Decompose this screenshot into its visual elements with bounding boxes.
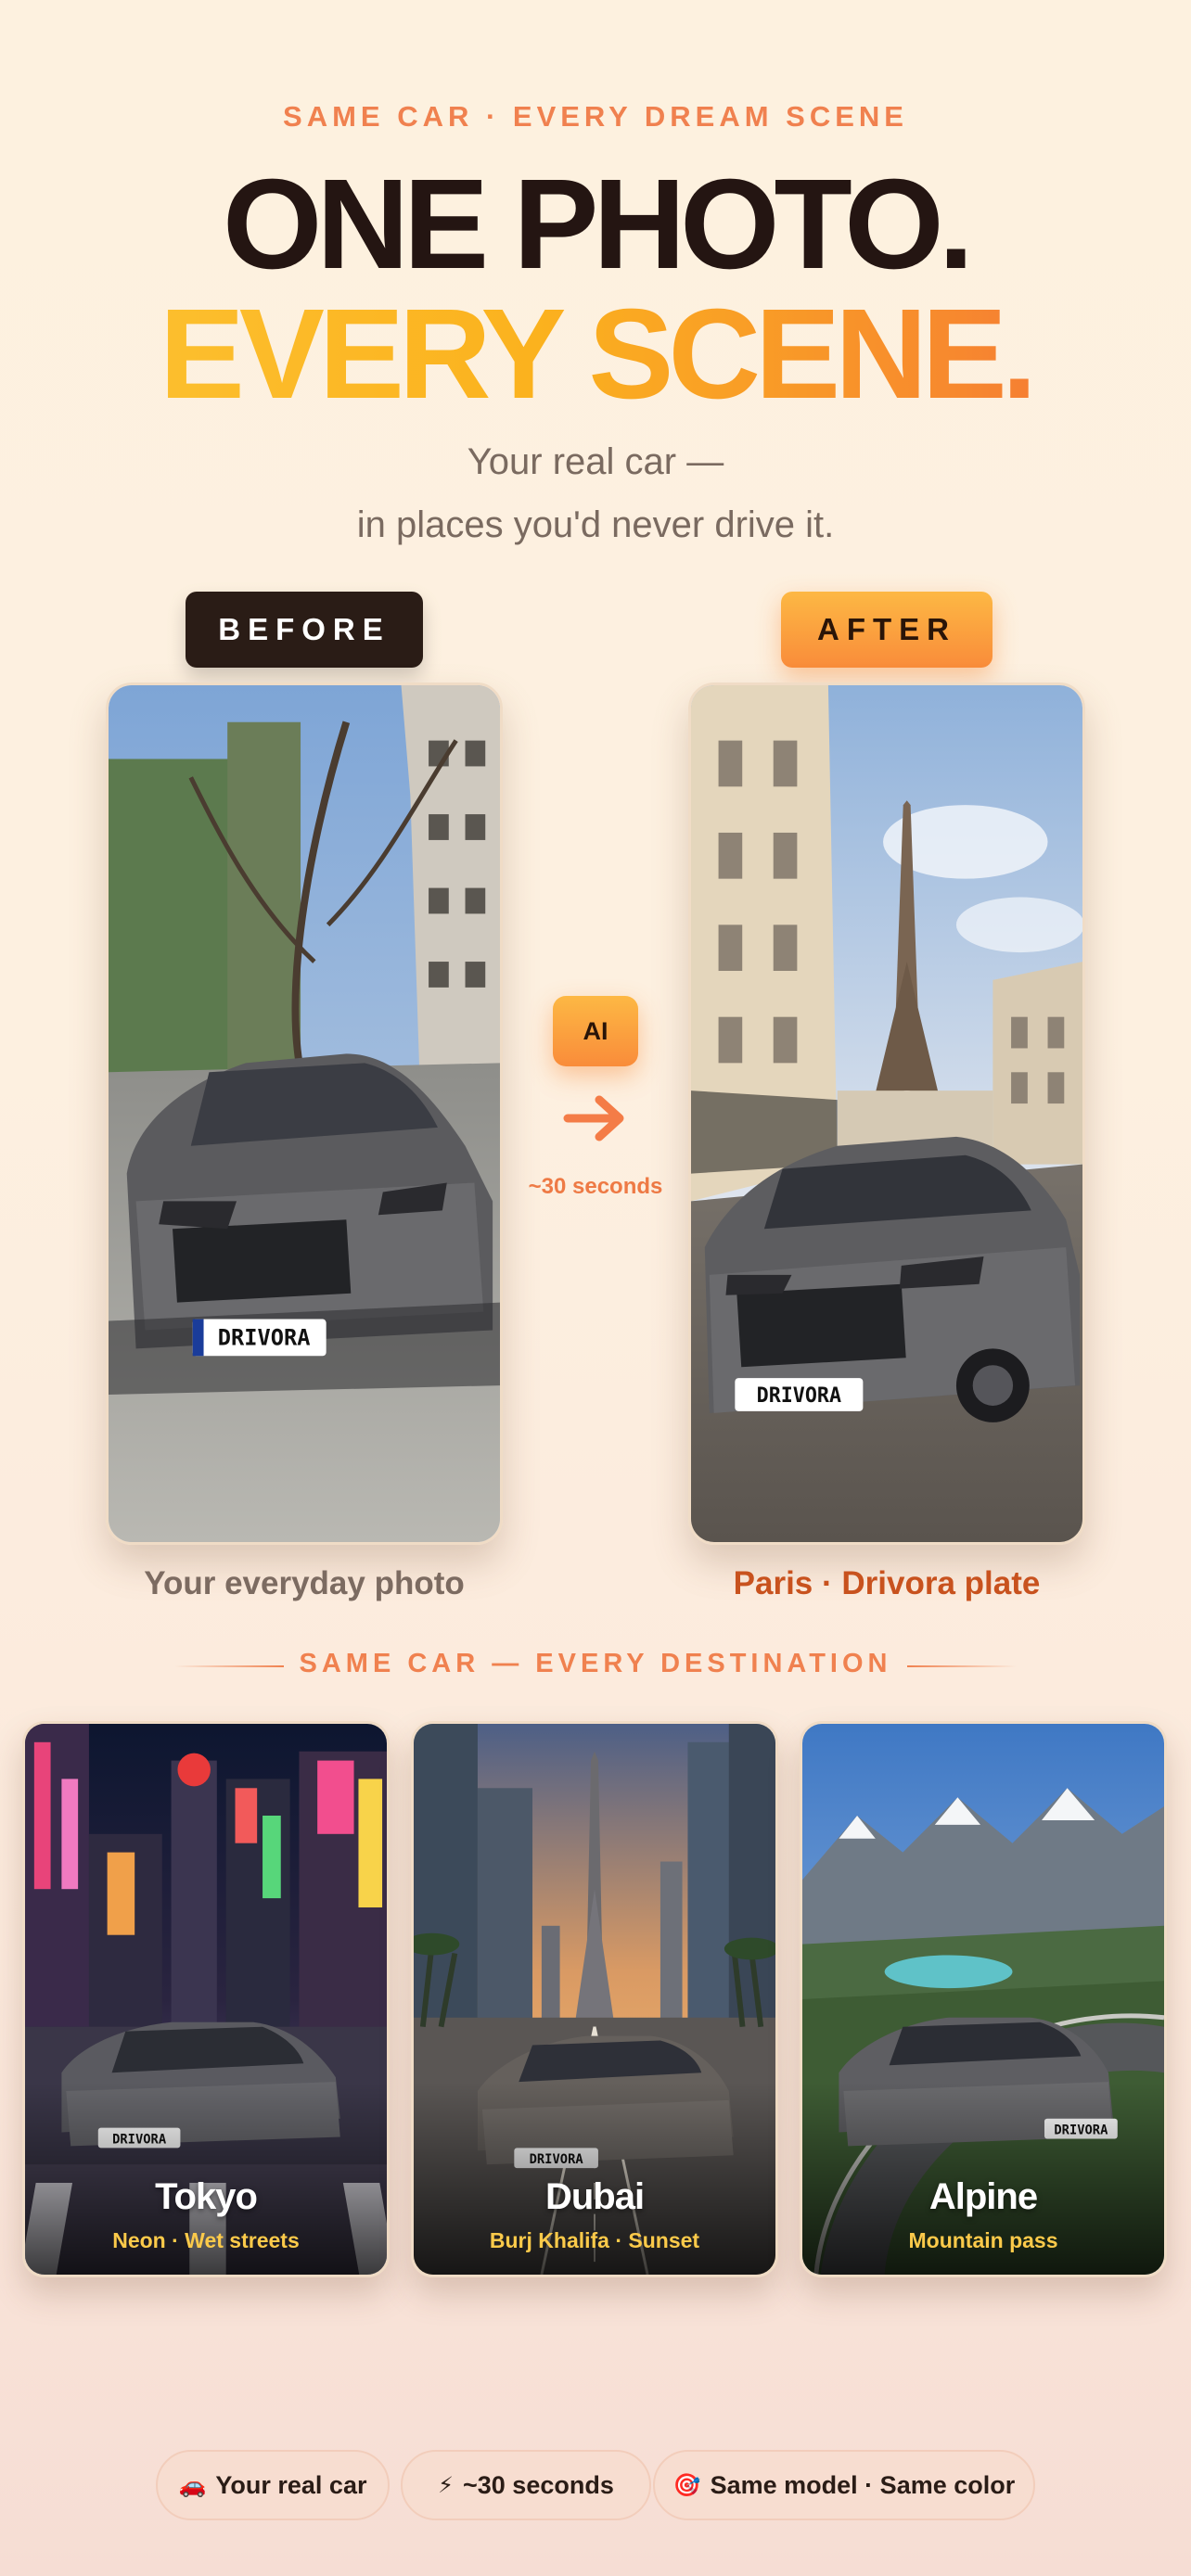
destination-title-dubai: Dubai bbox=[544, 2176, 645, 2217]
before-photo: DRIVORA bbox=[106, 682, 503, 1545]
target-icon: 🎯 bbox=[672, 2472, 701, 2498]
destination-card-tokyo[interactable]: DRIVORA Tokyo Neon · Wet streets bbox=[22, 1721, 390, 2277]
subtitle-line-2: in places you'd never drive it. bbox=[356, 504, 835, 545]
after-plate-text: DRIVORA bbox=[757, 1384, 841, 1408]
ai-badge: AI bbox=[553, 996, 638, 1066]
feature-pill-speed: ⚡ ~30 seconds bbox=[401, 2450, 651, 2520]
headline-line-2: EVERY SCENE. bbox=[0, 289, 1191, 419]
destination-title-tokyo: Tokyo bbox=[155, 2176, 258, 2217]
after-photo: DRIVORA bbox=[688, 682, 1085, 1545]
divider-line-right bbox=[907, 1665, 1017, 1667]
feature-pill-real-car: 🚗 Your real car bbox=[156, 2450, 390, 2520]
after-caption: Paris · Drivora plate bbox=[733, 1565, 1041, 1601]
duration-label: ~30 seconds bbox=[528, 1174, 663, 1199]
destination-title-alpine: Alpine bbox=[928, 2176, 1038, 2217]
before-tag: BEFORE bbox=[186, 592, 423, 668]
feature-label: Your real car bbox=[215, 2470, 367, 2499]
subtitle-line-1: Your real car — bbox=[467, 441, 724, 482]
headline-line-1: ONE PHOTO. bbox=[223, 153, 974, 296]
arrow-right-icon bbox=[562, 1090, 629, 1146]
car-icon: 🚗 bbox=[178, 2472, 207, 2498]
destination-card-dubai[interactable]: DRIVORA Dubai Burj Khalifa · Sunset bbox=[411, 1721, 778, 2277]
before-plate-text: DRIVORA bbox=[218, 1324, 311, 1350]
feature-label: Same model · Same color bbox=[710, 2470, 1016, 2499]
before-caption: Your everyday photo bbox=[144, 1565, 465, 1601]
after-tag: AFTER bbox=[781, 592, 992, 668]
feature-pill-same-model: 🎯 Same model · Same color bbox=[653, 2450, 1035, 2520]
destination-card-alpine[interactable]: DRIVORA Alpine Mountain pass bbox=[800, 1721, 1167, 2277]
destination-subtitle-alpine: Mountain pass bbox=[908, 2228, 1058, 2252]
destinations-heading: SAME CAR — EVERY DESTINATION bbox=[299, 1649, 892, 1678]
lightning-icon: ⚡ bbox=[438, 2472, 454, 2498]
eyebrow-label: SAME CAR · EVERY DREAM SCENE bbox=[283, 100, 908, 133]
feature-label: ~30 seconds bbox=[463, 2470, 614, 2499]
destination-subtitle-dubai: Burj Khalifa · Sunset bbox=[489, 2228, 700, 2252]
destination-subtitle-tokyo: Neon · Wet streets bbox=[112, 2228, 300, 2252]
